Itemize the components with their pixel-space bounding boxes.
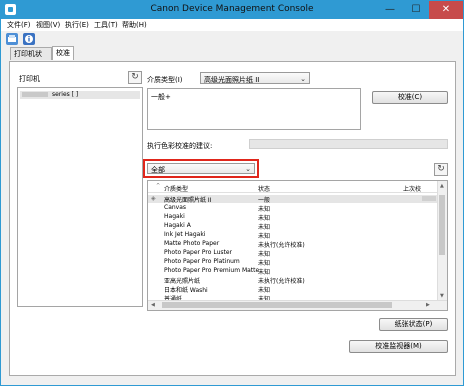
scroll-down-icon[interactable]: ▼ [440,293,444,299]
row-media-type: Canvas [164,204,187,211]
chevron-down-icon: ⌄ [245,165,251,173]
row-media-type: 日本和纸 Washi [164,287,208,294]
table-row[interactable]: Hagaki A 未知 [148,222,439,231]
row-status: 未知 [258,260,271,267]
app-window: Canon Device Management Console — ☐ ✕ 文件… [0,0,464,386]
calibration-suggestion-label: 执行色彩校准的建议: [147,142,213,150]
table-row[interactable]: Canvas 未知 [148,204,439,213]
shield-icon: ◈ [151,195,156,202]
media-type-value: 高级光面照片纸 II [204,76,260,84]
filter-value: 全部 [151,166,165,174]
filter-select[interactable]: 全部 ⌄ [147,163,255,174]
column-last-calibration[interactable]: 上次校 [403,184,421,193]
row-media-type: Photo Paper Pro Luster [164,249,233,256]
redacted-model-block [22,92,48,97]
chevron-down-icon: ⌄ [300,75,306,83]
row-media-type: Ink Jet Hagaki [164,231,206,238]
close-button[interactable]: ✕ [429,1,463,19]
vertical-scroll-thumb[interactable] [439,195,445,255]
row-status: 未知 [258,206,271,213]
menu-tools[interactable]: 工具(T) [94,20,118,30]
list-header: ^ 介质类型 状态 上次校 [148,181,439,193]
printer-list-item[interactable]: series [ ] [20,91,140,99]
tab-calibration[interactable]: 校准 [52,46,74,60]
row-status: 一般 [258,197,271,204]
row-media-type: 高级光面照片纸 II [164,197,212,204]
minimize-button[interactable]: — [377,1,403,19]
row-status: 未知 [258,287,271,294]
menu-execute[interactable]: 执行(E) [65,20,89,30]
table-row[interactable]: 亚高光照片纸 未执行(允许校准) [148,276,439,285]
row-status: 未执行(允许校准) [258,278,305,285]
table-row[interactable]: Hagaki 未知 [148,213,439,222]
printer-refresh-button[interactable]: ↻ [128,71,142,84]
printer-label: 打印机 [19,75,40,83]
printer-info-icon[interactable] [23,33,35,45]
column-media-type[interactable]: 介质类型 [164,184,188,193]
tab-printer-status[interactable]: 打印机状态 [10,47,52,70]
media-description-box: 一般+ [147,88,361,130]
media-status-list[interactable]: ^ 介质类型 状态 上次校 ◈ 高级光面照片纸 II 一般 Canvas 未知 H… [147,180,448,311]
media-type-select[interactable]: 高级光面照片纸 II ⌄ [200,72,310,84]
row-media-type: Photo Paper Pro Premium Matte [164,267,260,274]
table-row[interactable]: Ink Jet Hagaki 未知 [148,231,439,240]
calibrate-button[interactable]: 校准(C) [372,91,448,104]
toolbar [1,31,463,47]
calibration-monitor-button[interactable]: 校准监视器(M) [349,340,448,353]
row-media-type: Matte Photo Paper [164,240,220,247]
row-status: 未知 [258,233,271,240]
redacted-date-block [422,196,436,201]
scroll-up-icon[interactable]: ▲ [440,183,444,189]
tab-strip: 打印机状态 校准 [1,46,463,70]
row-media-type: Hagaki A [164,222,191,229]
menu-help[interactable]: 帮助(H) [122,20,147,30]
horizontal-scroll-thumb[interactable] [162,302,392,308]
table-row[interactable]: Photo Paper Pro Premium Matte 未知 [148,267,439,276]
row-status: 未知 [258,269,271,276]
maximize-button[interactable]: ☐ [403,1,429,19]
printer-list[interactable]: series [ ] [17,87,143,307]
media-type-label: 介质类型(I) [147,76,183,84]
vertical-scrollbar[interactable]: ▲ ▼ [437,181,447,302]
column-status[interactable]: 状态 [258,184,270,193]
row-status: 未知 [258,215,271,222]
scroll-right-icon[interactable]: ▶ [426,302,430,308]
row-status: 未知 [258,251,271,258]
printer-name: series [ ] [52,91,79,98]
title-bar[interactable]: Canon Device Management Console — ☐ ✕ [1,1,463,19]
media-description: 一般+ [151,93,171,101]
horizontal-scrollbar[interactable]: ◀ ▶ [148,300,447,310]
row-status: 未知 [258,224,271,231]
row-status: 未执行(允许校准) [258,242,305,249]
scroll-left-icon[interactable]: ◀ [151,302,155,308]
sort-arrow-icon: ^ [156,183,161,189]
paper-status-button[interactable]: 纸张状态(P) [379,318,448,331]
menu-file[interactable]: 文件(F) [7,20,31,30]
menu-view[interactable]: 视图(V) [36,20,60,30]
menu-bar: 文件(F) 视图(V) 执行(E) 工具(T) 帮助(H) [1,19,463,31]
table-row[interactable]: ◈ 高级光面照片纸 II 一般 [148,195,439,204]
table-row[interactable]: 日本和纸 Washi 未知 [148,285,439,294]
list-refresh-button[interactable]: ↻ [434,163,448,176]
printer-refresh-icon[interactable] [6,33,18,45]
row-media-type: Hagaki [164,213,185,220]
table-row[interactable]: Photo Paper Pro Luster 未知 [148,249,439,258]
row-media-type: 亚高光照片纸 [164,278,201,285]
table-row[interactable]: Matte Photo Paper 未执行(允许校准) [148,240,439,249]
calibration-suggestion-field [249,139,448,149]
table-row[interactable]: Photo Paper Pro Platinum 未知 [148,258,439,267]
row-media-type: Photo Paper Pro Platinum [164,258,240,265]
